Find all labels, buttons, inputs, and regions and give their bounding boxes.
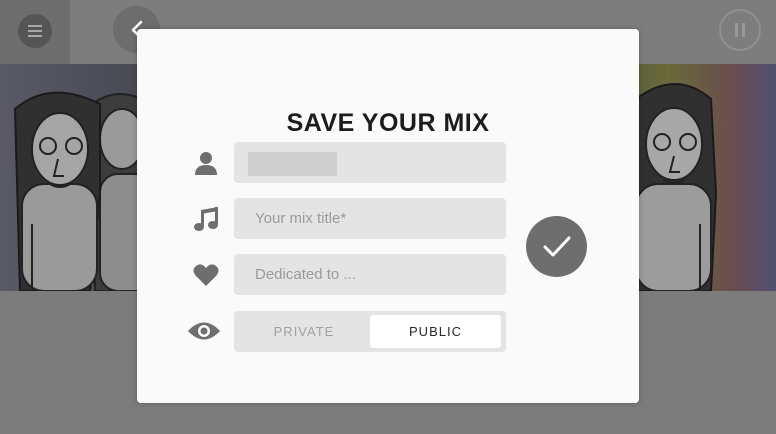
confirm-save-button[interactable] bbox=[526, 216, 587, 277]
heart-icon bbox=[193, 264, 219, 286]
name-field[interactable] bbox=[234, 142, 506, 183]
dialog-title: SAVE YOUR MIX bbox=[286, 109, 490, 137]
menu-button[interactable] bbox=[18, 14, 52, 48]
redacted-name-value bbox=[248, 152, 337, 176]
visibility-toggle: PRIVATE PUBLIC bbox=[234, 311, 506, 352]
mix-title-field[interactable]: Your mix title* bbox=[234, 198, 506, 239]
pause-icon bbox=[735, 23, 745, 37]
music-row-icon bbox=[189, 202, 223, 236]
mix-title-placeholder: Your mix title* bbox=[255, 210, 347, 227]
save-mix-dialog: SAVE YOUR MIX Your mix title* Dedicated … bbox=[137, 29, 639, 403]
menu-icon bbox=[28, 25, 42, 37]
visibility-option-private[interactable]: PRIVATE bbox=[238, 315, 370, 348]
heart-row-icon bbox=[189, 258, 223, 292]
visibility-option-public[interactable]: PUBLIC bbox=[370, 315, 501, 348]
music-note-icon bbox=[194, 207, 218, 231]
pause-button[interactable] bbox=[719, 9, 761, 51]
dedicated-to-placeholder: Dedicated to ... bbox=[255, 266, 356, 283]
user-icon bbox=[195, 152, 217, 175]
eye-icon bbox=[188, 322, 220, 340]
user-row-icon bbox=[189, 146, 223, 180]
menu-area bbox=[0, 0, 70, 64]
eye-row-icon bbox=[187, 314, 221, 348]
dedicated-to-field[interactable]: Dedicated to ... bbox=[234, 254, 506, 295]
checkmark-icon bbox=[543, 236, 570, 256]
